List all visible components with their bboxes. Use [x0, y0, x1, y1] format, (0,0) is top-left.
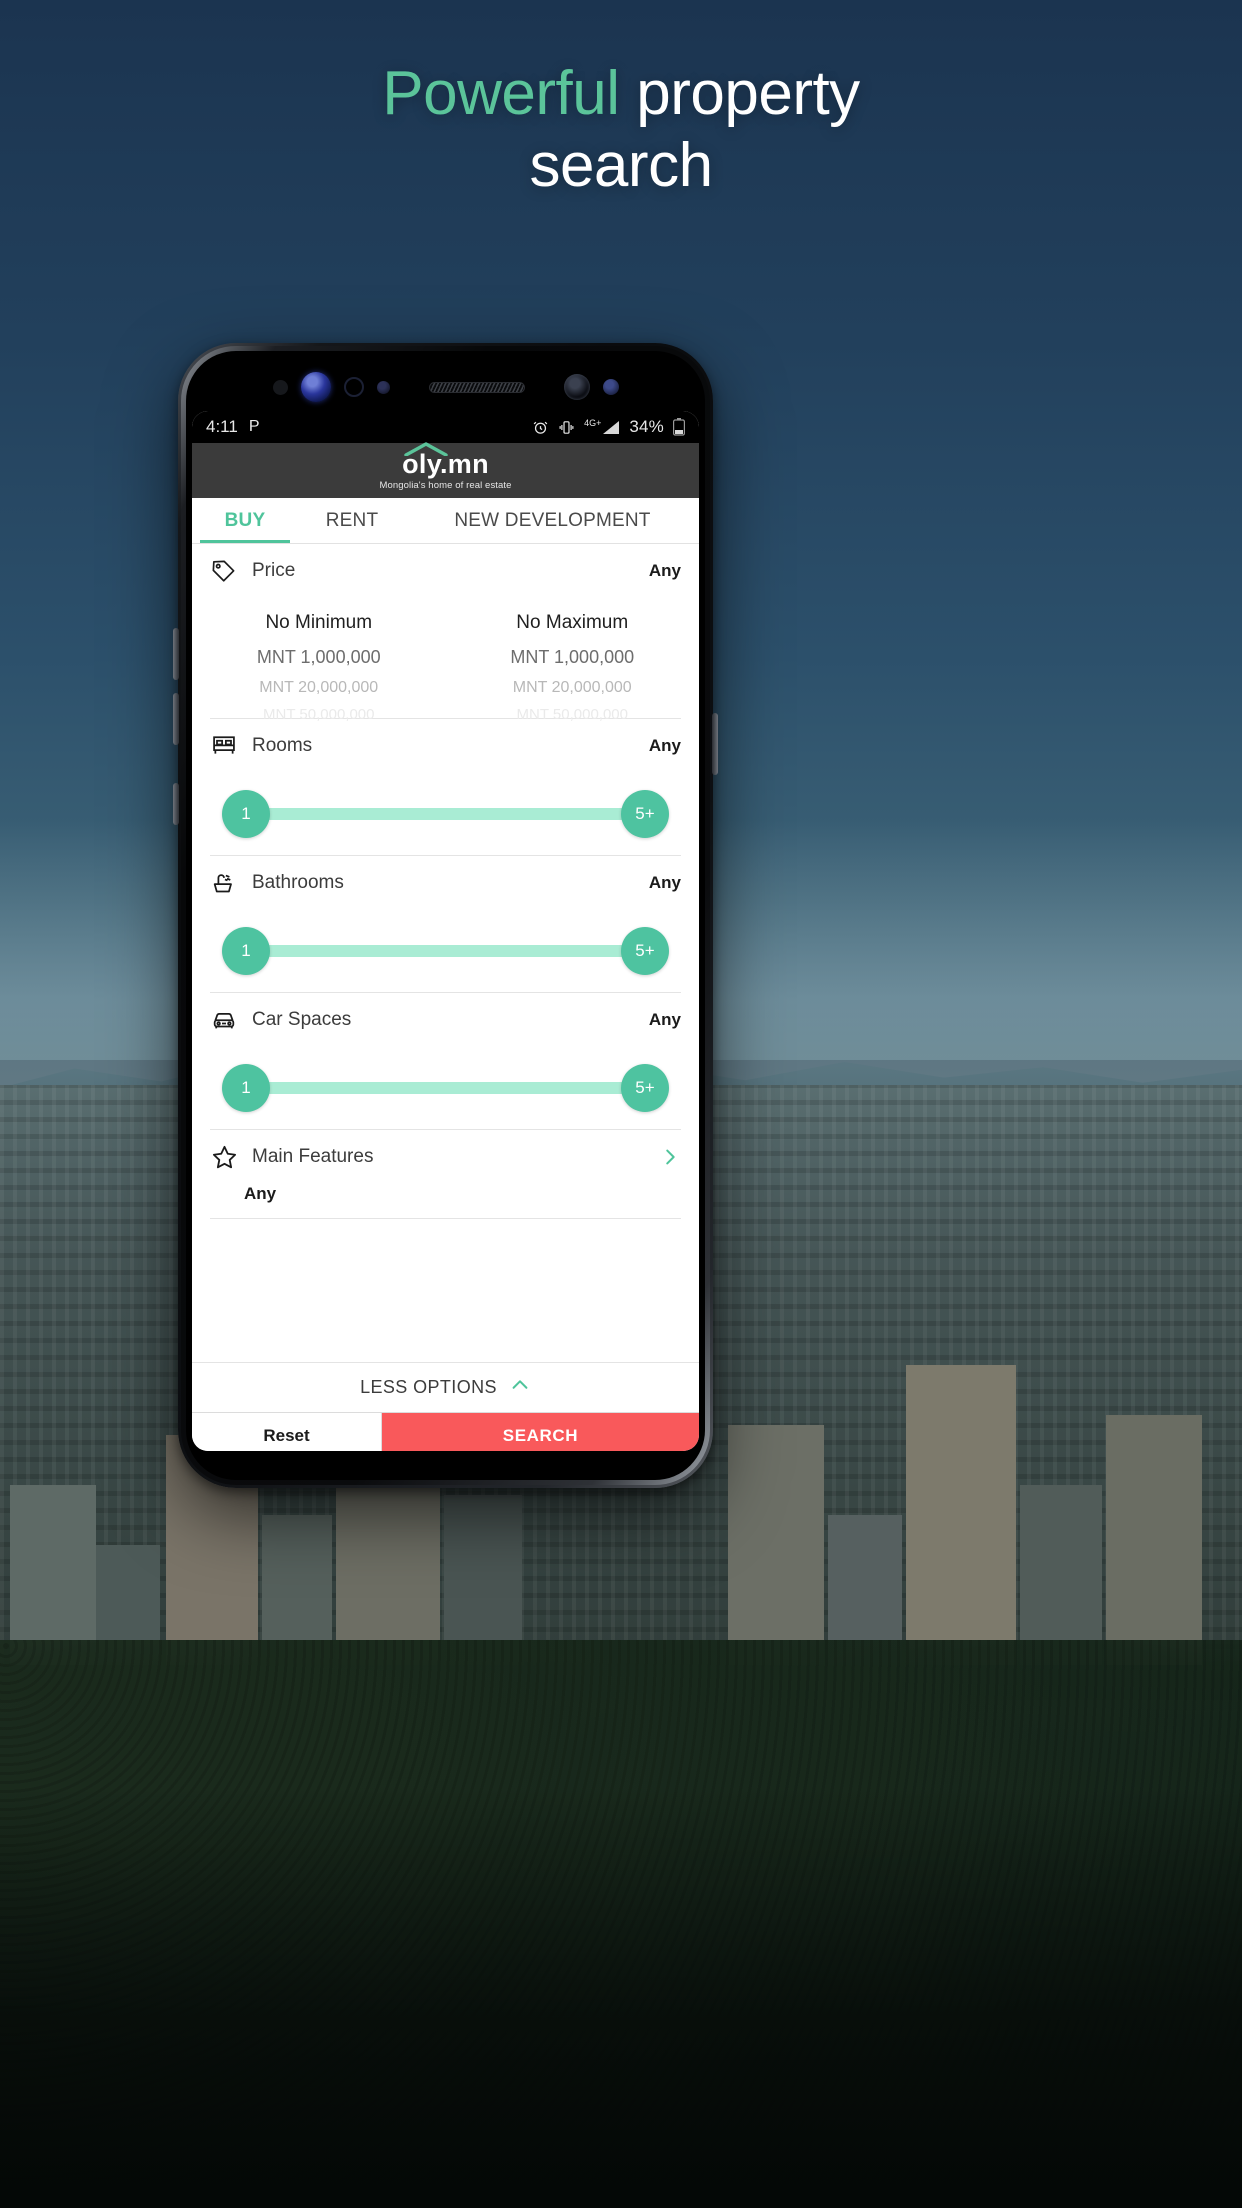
price-max-option-2[interactable]: MNT 20,000,000 [513, 679, 632, 697]
filter-value-bathrooms: Any [648, 873, 681, 892]
filter-row-price[interactable]: Price Any [192, 544, 699, 598]
reset-button[interactable]: Reset [192, 1413, 382, 1451]
proximity-sensor-icon [272, 379, 288, 395]
network-plus-label: + [596, 417, 602, 428]
tab-new-development[interactable]: NEW DEVELOPMENT [406, 498, 699, 543]
price-max-option-3[interactable]: MNT 50,000,000 [517, 706, 628, 723]
car-spaces-slider-track[interactable] [246, 1082, 645, 1094]
secondary-sensor-icon [602, 379, 619, 395]
app-logo[interactable]: oly.mn Mongolia's home of real estate [379, 441, 512, 491]
price-min-option-3[interactable]: MNT 50,000,000 [263, 706, 374, 723]
price-tag-icon [210, 558, 244, 585]
less-options-toggle[interactable]: LESS OPTIONS [192, 1362, 699, 1412]
headline-accent-word: Powerful [382, 59, 620, 128]
battery-icon [673, 418, 685, 436]
signal-icon [603, 420, 620, 434]
rooms-slider-min-handle[interactable]: 1 [222, 790, 270, 838]
car-spaces-range-slider[interactable]: 1 5+ [222, 1064, 669, 1112]
action-bar: Reset SEARCH [192, 1412, 699, 1451]
rooms-slider-track[interactable] [246, 808, 645, 820]
tab-rent[interactable]: RENT [298, 498, 406, 543]
filter-label-bathrooms: Bathrooms [252, 872, 344, 893]
phone-screen: 4:11 P 4G+ 34% oly.mn Mongolia's home of… [192, 411, 699, 1451]
rooms-slider-max-handle[interactable]: 5+ [621, 790, 669, 838]
star-icon [210, 1143, 244, 1172]
bathrooms-slider-track[interactable] [246, 945, 645, 957]
filter-row-rooms[interactable]: Rooms Any [192, 719, 699, 773]
rooms-slider-wrap: 1 5+ [192, 773, 699, 855]
network-type-label: 4G [584, 417, 597, 428]
price-max-option-1[interactable]: MNT 1,000,000 [510, 647, 634, 668]
earpiece-speaker-icon [428, 381, 525, 393]
headline-line2: search [529, 130, 713, 200]
bathrooms-range-slider[interactable]: 1 5+ [222, 927, 669, 975]
bixby-button[interactable] [173, 783, 179, 825]
chevron-up-icon [509, 1374, 531, 1401]
filter-label-price: Price [252, 560, 296, 581]
filter-row-bathrooms[interactable]: Bathrooms Any [192, 856, 699, 910]
divider [210, 1218, 681, 1219]
logo-tagline: Mongolia's home of real estate [379, 479, 512, 491]
iris-scanner-icon [300, 372, 331, 402]
filter-value-car-spaces: Any [648, 1010, 681, 1029]
price-max-selected: No Maximum [516, 612, 629, 633]
tab-buy[interactable]: BUY [192, 498, 298, 543]
filter-value-main-features: Any [244, 1184, 277, 1203]
volume-up-button[interactable] [173, 628, 179, 680]
status-bar: 4:11 P 4G+ 34% [192, 411, 699, 443]
search-filters-panel: Price Any No Minimum MNT 1,000,000 MNT 2… [192, 544, 699, 1362]
price-min-option-1[interactable]: MNT 1,000,000 [257, 647, 381, 668]
car-spaces-slider-max-handle[interactable]: 5+ [621, 1064, 669, 1112]
page-title: Powerful property search [0, 58, 1242, 202]
chevron-right-icon[interactable] [659, 1146, 681, 1168]
bathrooms-slider-min-handle[interactable]: 1 [222, 927, 270, 975]
bathtub-shower-icon [210, 869, 244, 897]
ir-led-icon [376, 380, 390, 394]
light-sensor-icon [343, 377, 364, 397]
alarm-icon [533, 421, 548, 434]
filter-row-car-spaces[interactable]: Car Spaces Any [192, 993, 699, 1047]
house-roof-icon [404, 441, 448, 456]
status-time: 4:11 [206, 417, 238, 436]
search-mode-tabs: BUY RENT NEW DEVELOPMENT [192, 498, 699, 544]
app-notification-glyph: P [248, 418, 260, 435]
filter-label-rooms: Rooms [252, 735, 313, 756]
filter-label-car-spaces: Car Spaces [252, 1009, 352, 1030]
rooms-range-slider[interactable]: 1 5+ [222, 790, 669, 838]
search-button[interactable]: SEARCH [382, 1413, 699, 1451]
vibrate-icon [559, 420, 574, 434]
price-min-column[interactable]: No Minimum MNT 1,000,000 MNT 20,000,000 … [192, 606, 446, 723]
car-spaces-slider-wrap: 1 5+ [192, 1047, 699, 1129]
bathrooms-slider-max-handle[interactable]: 5+ [621, 927, 669, 975]
battery-percent-label: 34% [629, 417, 664, 436]
price-max-column[interactable]: No Maximum MNT 1,000,000 MNT 20,000,000 … [446, 606, 700, 723]
bathrooms-slider-wrap: 1 5+ [192, 910, 699, 992]
filter-value-rooms: Any [648, 736, 681, 755]
price-min-selected: No Minimum [265, 612, 373, 633]
filter-label-main-features: Main Features [252, 1146, 374, 1167]
volume-down-button[interactable] [173, 693, 179, 745]
app-header: oly.mn Mongolia's home of real estate [192, 441, 699, 498]
bed-icon [210, 732, 244, 760]
front-camera-icon [563, 374, 590, 400]
power-button[interactable] [712, 713, 718, 775]
price-range-picker[interactable]: No Minimum MNT 1,000,000 MNT 20,000,000 … [192, 598, 700, 723]
less-options-label: LESS OPTIONS [360, 1377, 497, 1397]
filter-row-main-features[interactable]: Main Features [192, 1130, 699, 1184]
filter-value-price: Any [648, 561, 681, 580]
price-min-option-2[interactable]: MNT 20,000,000 [259, 679, 378, 697]
phone-mockup: 4:11 P 4G+ 34% oly.mn Mongolia's home of… [173, 343, 718, 1488]
car-spaces-slider-min-handle[interactable]: 1 [222, 1064, 270, 1112]
headline-rest: property [619, 59, 860, 128]
bottom-vignette [0, 1788, 1242, 2208]
car-icon [210, 1006, 244, 1034]
